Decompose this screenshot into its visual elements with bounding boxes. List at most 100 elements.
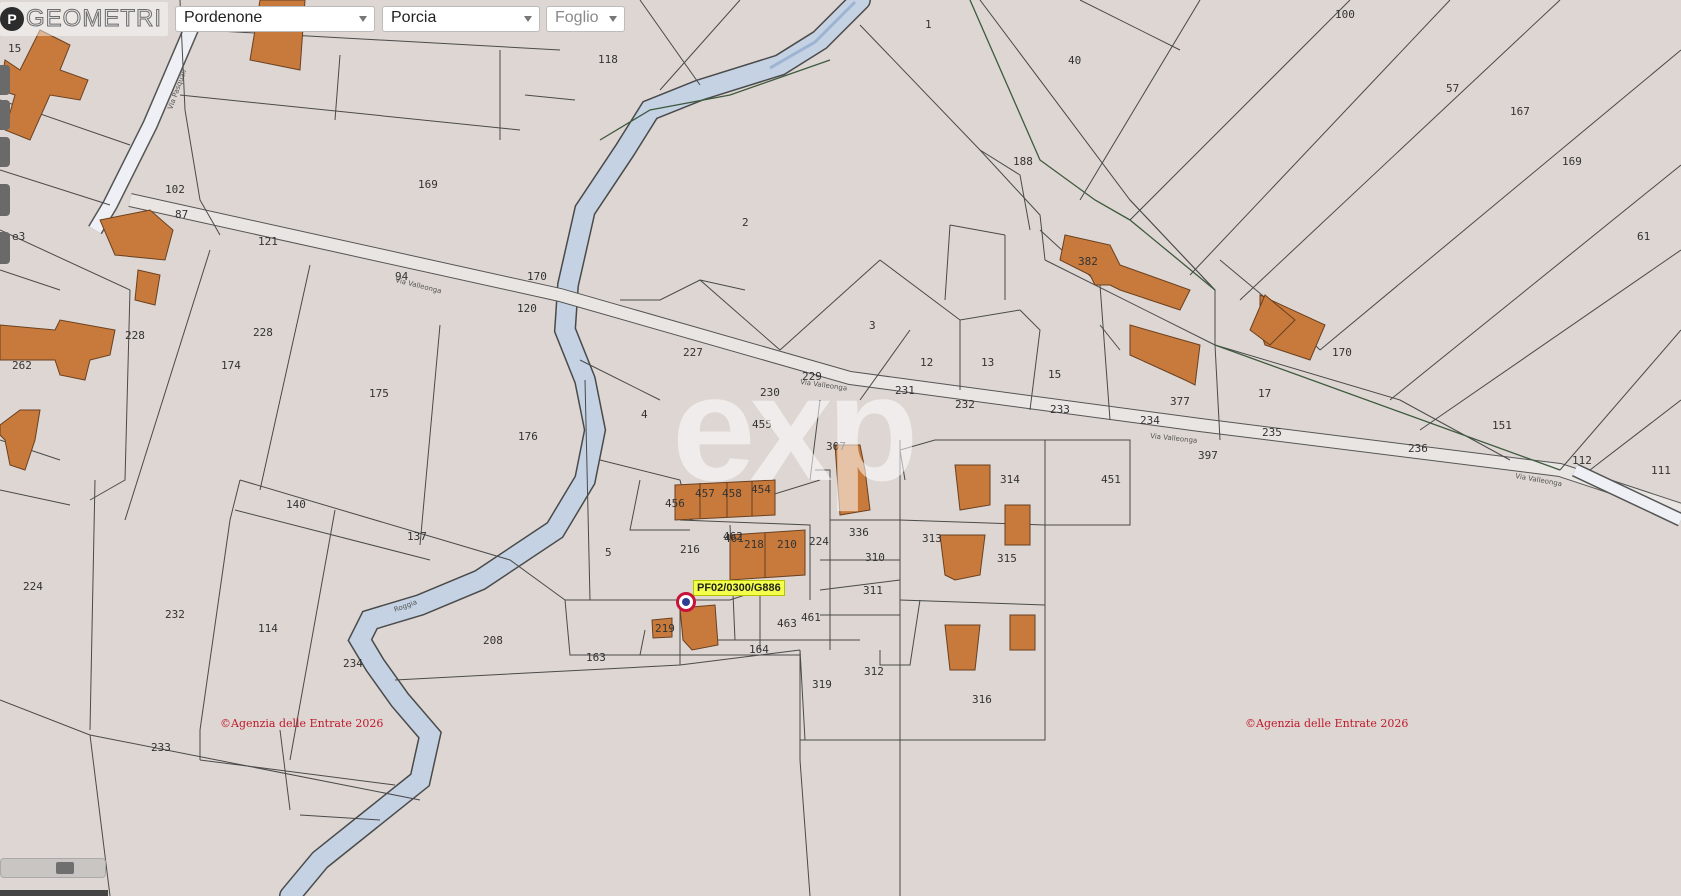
- parcel-label: 232: [165, 608, 185, 621]
- building: [1129, 324, 1201, 386]
- building: [954, 464, 991, 511]
- parcel-label: 451: [1101, 473, 1121, 486]
- parcel-label: 3: [869, 319, 876, 332]
- location-pin-icon[interactable]: [676, 592, 696, 612]
- parcel-label: 114: [258, 622, 278, 635]
- parcel-label: 40: [1068, 54, 1081, 67]
- building: [134, 269, 161, 306]
- parcel-label: 174: [221, 359, 241, 372]
- building: [939, 534, 986, 581]
- parcel-label: 120: [517, 302, 537, 315]
- building: [944, 624, 981, 671]
- logo: P GEOMETRI: [0, 2, 168, 36]
- road-label: Via Valleonga: [395, 276, 443, 295]
- logo-text: GEOMETRI: [25, 5, 163, 33]
- parcel-label: 15: [1048, 368, 1061, 381]
- parcel-label: 61: [1637, 230, 1650, 243]
- parcel-label: 1: [925, 18, 932, 31]
- comune-select[interactable]: Porcia: [382, 6, 540, 32]
- parcel-label: 262: [12, 359, 32, 372]
- parcel-label: 170: [527, 270, 547, 283]
- parcel-label: 228: [125, 329, 145, 342]
- parcel-label: 218: [744, 538, 764, 551]
- measure-button[interactable]: [0, 232, 10, 264]
- parcel-label: 176: [518, 430, 538, 443]
- zoom-in-button[interactable]: [0, 65, 10, 95]
- parcel-label: 102: [165, 183, 185, 196]
- copyright-notice: ©Agenzia delle Entrate 2026: [1245, 717, 1408, 730]
- parcel-label: 462: [723, 530, 743, 543]
- building: [1004, 504, 1031, 546]
- parcel-label: 163: [586, 651, 606, 664]
- province-select-value: Pordenone: [184, 9, 263, 26]
- parcel-label: 311: [863, 584, 883, 597]
- parcel-label: 234: [343, 657, 363, 670]
- parcel-label: 312: [864, 665, 884, 678]
- parcel-label: 224: [809, 535, 829, 548]
- parcel-label: 137: [407, 530, 427, 543]
- exp-watermark: exp: [672, 344, 913, 512]
- parcel-label: 316: [972, 693, 992, 706]
- marker-dot: [682, 598, 690, 606]
- building: [1059, 234, 1191, 311]
- parcel-label: e3: [12, 230, 25, 243]
- parcel-label: 224: [23, 580, 43, 593]
- parcel-label: 87: [175, 208, 188, 221]
- parcel-label: 151: [1492, 419, 1512, 432]
- parcel-label: 228: [253, 326, 273, 339]
- parcel-label: 236: [1408, 442, 1428, 455]
- building: [1009, 614, 1036, 651]
- parcel-label: 4: [641, 408, 648, 421]
- parcel-label: 2: [742, 216, 749, 229]
- parcel-label: 169: [418, 178, 438, 191]
- parcel-label: 382: [1078, 255, 1098, 268]
- parcel-label: 112: [1572, 454, 1592, 467]
- parcel-tag[interactable]: PF02/0300/G886: [693, 580, 785, 596]
- parcel-label: 169: [1562, 155, 1582, 168]
- cadastral-map[interactable]: 1100405716716961118151028712194 170120169…: [0, 0, 1681, 896]
- parcel-label: 208: [483, 634, 503, 647]
- province-select[interactable]: Pordenone: [175, 6, 375, 32]
- parcel-label: 111: [1651, 464, 1671, 477]
- parcel-label: 463: [777, 617, 797, 630]
- parcel-label: 17: [1258, 387, 1271, 400]
- parcel-label: 170: [1332, 346, 1352, 359]
- zoom-slider[interactable]: [0, 858, 106, 878]
- chevron-down-icon: [609, 16, 617, 22]
- parcel-label: 175: [369, 387, 389, 400]
- parcel-label: 233: [1050, 403, 1070, 416]
- parcel-label: 336: [849, 526, 869, 539]
- building: [99, 209, 174, 261]
- zoom-out-button[interactable]: [0, 100, 10, 130]
- parcel-label: 310: [865, 551, 885, 564]
- parcel-label: 118: [598, 53, 618, 66]
- comune-select-value: Porcia: [391, 9, 437, 26]
- parcel-label: 13: [981, 356, 994, 369]
- parcel-label: 377: [1170, 395, 1190, 408]
- parcel-label: 57: [1446, 82, 1459, 95]
- building: [0, 409, 41, 471]
- parcel-label: 12: [920, 356, 933, 369]
- parcel-label: 235: [1262, 426, 1282, 439]
- parcel-label: 397: [1198, 449, 1218, 462]
- parcel-label: 167: [1510, 105, 1530, 118]
- parcel-label: 219: [655, 622, 675, 635]
- parcel-label: 234: [1140, 414, 1160, 427]
- zoom-slider-handle[interactable]: [56, 862, 74, 874]
- parcel-label: 164: [749, 643, 769, 656]
- parcel-label: 5: [605, 546, 612, 559]
- parcel-label: 15: [8, 42, 21, 55]
- chevron-down-icon: [359, 16, 367, 22]
- layer-toggle-button[interactable]: [0, 137, 10, 167]
- foglio-select[interactable]: Foglio: [546, 6, 625, 32]
- parcel-label: 140: [286, 498, 306, 511]
- parcel-label: 319: [812, 678, 832, 691]
- parcel-label: 233: [151, 741, 171, 754]
- parcel-label: 216: [680, 543, 700, 556]
- road-label: Via Valleonga: [1150, 432, 1198, 445]
- parcel-label: 313: [922, 532, 942, 545]
- parcel-label: 121: [258, 235, 278, 248]
- parcel-label: 188: [1013, 155, 1033, 168]
- parcel-label: 100: [1335, 8, 1355, 21]
- locate-button[interactable]: [0, 184, 10, 216]
